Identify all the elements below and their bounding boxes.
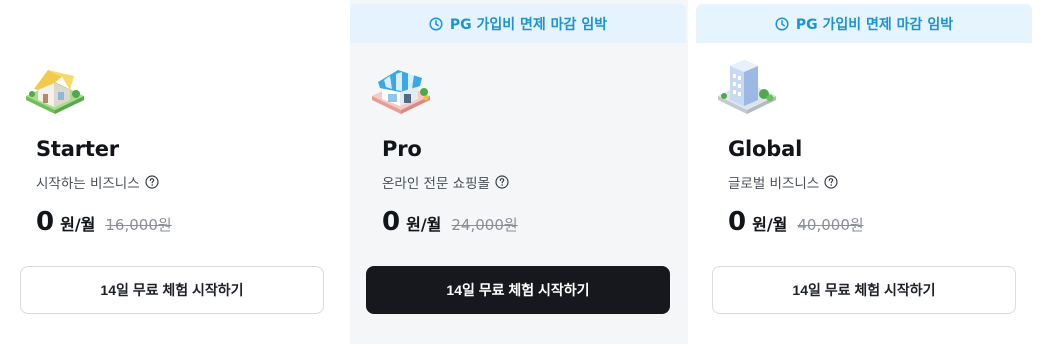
plan-card-starter: Starter 시작하는 비즈니스 0 원/월 16,000원 14일 무료 체… bbox=[4, 0, 342, 344]
original-price: 40,000원 bbox=[797, 216, 864, 234]
house-icon bbox=[22, 56, 88, 116]
plan-price: 0 원/월 24,000원 bbox=[382, 207, 518, 237]
start-trial-button[interactable]: 14일 무료 체험 시작하기 bbox=[366, 266, 670, 314]
price-amount: 0 bbox=[382, 207, 401, 237]
promo-text: PG 가입비 면제 마감 임박 bbox=[795, 16, 954, 33]
store-icon bbox=[368, 56, 434, 116]
plan-description: 글로벌 비즈니스 bbox=[728, 172, 838, 192]
plan-card-pro: PG 가입비 면제 마감 임박 Pro 온라인 전문 쇼핑몰 0 원/월 24,… bbox=[350, 0, 688, 344]
plan-price: 0 원/월 40,000원 bbox=[728, 207, 864, 237]
plan-description: 시작하는 비즈니스 bbox=[36, 172, 159, 192]
plan-description-text: 온라인 전문 쇼핑몰 bbox=[382, 176, 490, 192]
plan-card-global: PG 가입비 면제 마감 임박 Global 글로벌 비즈니스 0 원/월 40… bbox=[696, 0, 1034, 344]
promo-banner: PG 가입비 면제 마감 임박 bbox=[696, 4, 1032, 43]
plan-price: 0 원/월 16,000원 bbox=[36, 207, 172, 237]
help-icon[interactable] bbox=[824, 175, 838, 189]
price-unit: 원/월 bbox=[60, 215, 96, 234]
clock-icon bbox=[775, 16, 789, 31]
help-icon[interactable] bbox=[145, 175, 159, 189]
building-icon bbox=[714, 56, 780, 116]
plan-name: Global bbox=[728, 137, 803, 161]
price-amount: 0 bbox=[728, 207, 747, 237]
price-unit: 원/월 bbox=[406, 215, 442, 234]
plan-name: Starter bbox=[36, 137, 119, 161]
help-icon[interactable] bbox=[495, 175, 509, 189]
original-price: 24,000원 bbox=[451, 216, 518, 234]
original-price: 16,000원 bbox=[105, 216, 172, 234]
plan-description: 온라인 전문 쇼핑몰 bbox=[382, 172, 509, 192]
price-amount: 0 bbox=[36, 207, 55, 237]
promo-text: PG 가입비 면제 마감 임박 bbox=[449, 16, 608, 33]
plan-description-text: 글로벌 비즈니스 bbox=[728, 176, 820, 192]
start-trial-button[interactable]: 14일 무료 체험 시작하기 bbox=[20, 266, 324, 314]
clock-icon bbox=[429, 16, 443, 31]
price-unit: 원/월 bbox=[752, 215, 788, 234]
plan-name: Pro bbox=[382, 137, 422, 161]
promo-banner: PG 가입비 면제 마감 임박 bbox=[350, 4, 686, 43]
start-trial-button[interactable]: 14일 무료 체험 시작하기 bbox=[712, 266, 1016, 314]
plan-description-text: 시작하는 비즈니스 bbox=[36, 176, 140, 192]
